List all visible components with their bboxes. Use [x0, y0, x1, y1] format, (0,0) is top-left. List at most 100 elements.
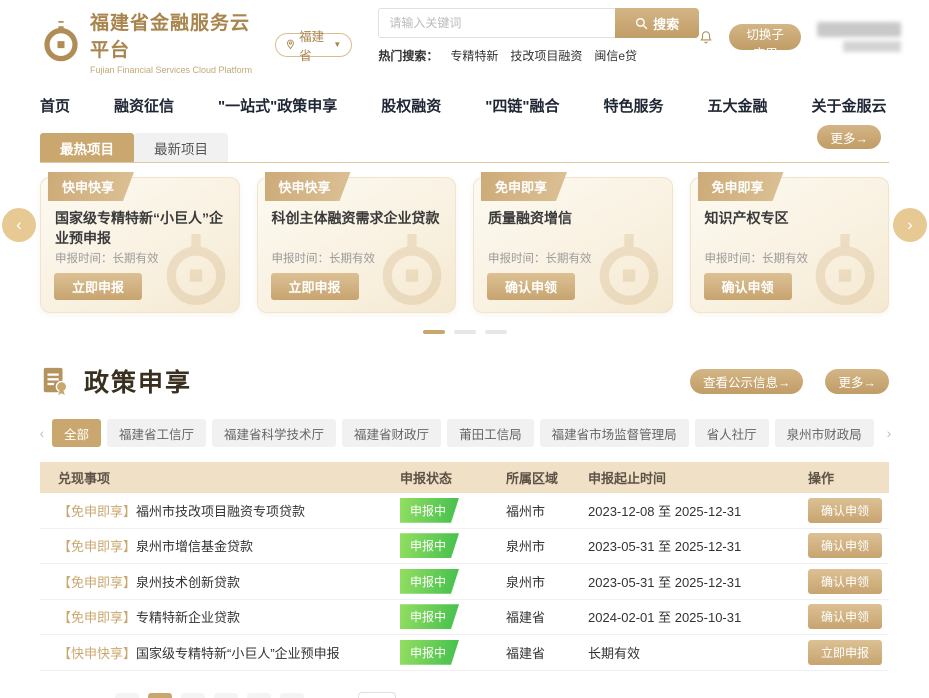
row-period: 2023-05-31 至 2025-12-31	[588, 536, 770, 555]
user-info-redacted[interactable]	[817, 22, 901, 52]
row-region: 福州市	[506, 501, 588, 520]
page-next-button[interactable]: ›	[280, 693, 304, 698]
claim-confirm-button[interactable]: 确认申领	[704, 273, 792, 300]
region-selector[interactable]: 福建省 ▼	[275, 33, 352, 57]
policy-document-icon	[40, 366, 70, 396]
page-button-4[interactable]: 4	[247, 693, 271, 698]
filter-tab[interactable]: 福建省工信厅	[107, 419, 206, 447]
filter-tab[interactable]: 泉州市财政局	[775, 419, 874, 447]
policy-filter-tabs: 全部 福建省工信厅 福建省科学技术厅 福建省财政厅 莆田工信局 福建省市场监督管…	[52, 419, 879, 447]
tab-newest-projects[interactable]: 最新项目	[134, 133, 228, 162]
col-status: 申报状态	[400, 468, 506, 487]
hot-search-label: 热门搜索：	[378, 47, 438, 64]
nav-item-policy[interactable]: "一站式"政策申享	[218, 95, 337, 116]
claim-confirm-button[interactable]: 确认申领	[808, 604, 882, 629]
brand-subtitle: Fujian Financial Services Cloud Platform	[90, 65, 261, 75]
row-name: 专精特新企业贷款	[136, 610, 240, 625]
search-input[interactable]	[378, 8, 615, 38]
search-button[interactable]: 搜索	[615, 8, 699, 38]
table-row: 【免申即享】福州市技改项目融资专项贷款 申报中 福州市 2023-12-08 至…	[40, 493, 889, 529]
brand-text: 福建省金融服务云平台 Fujian Financial Services Clo…	[90, 8, 261, 75]
location-pin-icon	[286, 38, 295, 51]
filter-tab-all[interactable]: 全部	[52, 419, 101, 447]
claim-confirm-button[interactable]: 确认申领	[808, 569, 882, 594]
filter-tab[interactable]: 莆田工信局	[447, 419, 534, 447]
project-card[interactable]: 快申快享 科创主体融资需求企业贷款 申报时间：长期有效 立即申报	[257, 177, 457, 313]
page-prev-button[interactable]: ‹	[115, 693, 139, 698]
row-period: 2023-05-31 至 2025-12-31	[588, 572, 770, 591]
view-public-info-button[interactable]: 查看公示信息→	[690, 369, 804, 394]
row-period: 2024-02-01 至 2025-10-31	[588, 607, 770, 626]
header: 福建省金融服务云平台 Fujian Financial Services Clo…	[0, 0, 929, 75]
projects-more-button[interactable]: 更多→	[817, 125, 881, 149]
page-button-2[interactable]: 2	[181, 693, 205, 698]
claim-confirm-button[interactable]: 确认申领	[808, 498, 882, 523]
col-region: 所属区域	[506, 468, 588, 487]
row-tag: 【免申即享】	[58, 610, 136, 625]
filter-tab[interactable]: 省人社厅	[695, 419, 769, 447]
nav-item-home[interactable]: 首页	[40, 95, 70, 116]
carousel-next-button[interactable]: ›	[893, 208, 927, 242]
coin-watermark-icon	[375, 234, 449, 308]
goto-page-input[interactable]	[358, 692, 396, 698]
filters-next-button[interactable]: ›	[883, 425, 895, 441]
table-row: 【免申即享】泉州技术创新贷款 申报中 泉州市 2023-05-31 至 2025…	[40, 564, 889, 600]
apply-now-button[interactable]: 立即申报	[808, 640, 882, 665]
page-button-1[interactable]: 1	[148, 693, 172, 698]
row-name: 国家级专精特新“小巨人”企业预申报	[136, 646, 340, 661]
coin-watermark-icon	[808, 234, 882, 308]
nav-item-chains[interactable]: "四链"融合	[485, 95, 559, 116]
coin-watermark-icon	[592, 234, 666, 308]
status-badge: 申报中	[400, 498, 459, 523]
bell-icon[interactable]	[699, 27, 713, 47]
filter-tab[interactable]: 福建省市场监督管理局	[540, 419, 689, 447]
apply-now-button[interactable]: 立即申报	[271, 273, 359, 300]
carousel-dot[interactable]	[423, 330, 445, 334]
policy-more-button[interactable]: 更多→	[825, 369, 889, 394]
hot-search-item[interactable]: 闽信e贷	[594, 47, 637, 64]
card-badge: 快申快享	[265, 172, 351, 201]
nav-item-services[interactable]: 特色服务	[604, 95, 664, 116]
row-region: 福建省	[506, 643, 588, 662]
nav-item-about[interactable]: 关于金服云	[812, 95, 887, 116]
row-period: 2023-12-08 至 2025-12-31	[588, 501, 770, 520]
col-action: 操作	[770, 468, 889, 487]
table-row: 【免申即享】专精特新企业贷款 申报中 福建省 2024-02-01 至 2025…	[40, 600, 889, 636]
region-label: 福建省	[299, 26, 329, 64]
nav-item-equity[interactable]: 股权融资	[381, 95, 441, 116]
tab-hottest-projects[interactable]: 最热项目	[40, 133, 134, 162]
carousel-dot[interactable]	[454, 330, 476, 334]
claim-confirm-button[interactable]: 确认申领	[487, 273, 575, 300]
nav-item-finance[interactable]: 五大金融	[708, 95, 768, 116]
status-badge: 申报中	[400, 533, 459, 558]
card-badge: 免申即享	[698, 172, 784, 201]
search-area: 搜索 热门搜索： 专精特新 技改项目融资 闽信e贷	[378, 8, 699, 64]
switch-subapp-button[interactable]: 切换子应用	[729, 24, 801, 50]
carousel-prev-button[interactable]: ‹	[2, 208, 36, 242]
col-item: 兑现事项	[40, 468, 400, 487]
hot-search-item[interactable]: 专精特新	[450, 47, 498, 64]
project-card[interactable]: 快申快享 国家级专精特新“小巨人”企业预申报 申报时间：长期有效 立即申报	[40, 177, 240, 313]
brand-logo-icon	[40, 21, 82, 63]
filter-tab[interactable]: 福建省财政厅	[342, 419, 441, 447]
page-button-3[interactable]: 3	[214, 693, 238, 698]
row-name: 福州市技改项目融资专项贷款	[136, 504, 305, 519]
status-badge: 申报中	[400, 569, 459, 594]
apply-now-button[interactable]: 立即申报	[54, 273, 142, 300]
row-tag: 【免申即享】	[58, 539, 136, 554]
carousel-dot[interactable]	[485, 330, 507, 334]
table-header: 兑现事项 申报状态 所属区域 申报起止时间 操作	[40, 462, 889, 493]
project-card[interactable]: 免申即享 质量融资增信 申报时间：长期有效 确认申领	[473, 177, 673, 313]
policy-section-header: 政策申享 查看公示信息→ 更多→	[40, 363, 889, 399]
filters-prev-button[interactable]: ‹	[36, 425, 48, 441]
table-row: 【免申即享】泉州市增信基金贷款 申报中 泉州市 2023-05-31 至 202…	[40, 529, 889, 565]
policy-filter-row: ‹ 全部 福建省工信厅 福建省科学技术厅 福建省财政厅 莆田工信局 福建省市场监…	[36, 419, 895, 447]
claim-confirm-button[interactable]: 确认申领	[808, 533, 882, 558]
nav-item-credit[interactable]: 融资征信	[114, 95, 174, 116]
project-card[interactable]: 免申即享 知识产权专区 申报时间：长期有效 确认申领	[690, 177, 890, 313]
pagination: 共 19 条 ‹ 1 2 3 4 › 前往 页	[48, 692, 889, 698]
project-tabs: 最热项目 最新项目 更多→	[40, 133, 889, 163]
hot-search-item[interactable]: 技改项目融资	[510, 47, 582, 64]
page: 福建省金融服务云平台 Fujian Financial Services Clo…	[0, 0, 929, 698]
filter-tab[interactable]: 福建省科学技术厅	[212, 419, 336, 447]
